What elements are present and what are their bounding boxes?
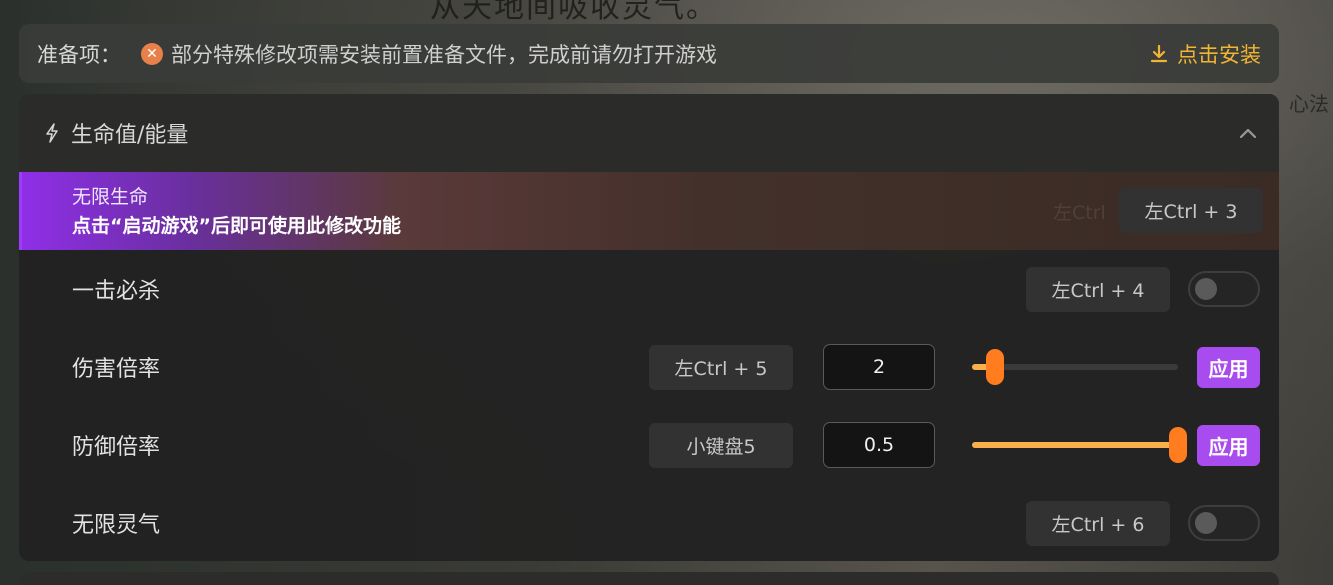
row-name: 防御倍率	[72, 435, 161, 460]
background-text-right: 心法	[1289, 92, 1329, 116]
value-input[interactable]	[823, 422, 935, 468]
download-icon	[1150, 44, 1168, 62]
value-slider[interactable]	[972, 427, 1187, 463]
row-infinite-qi: 无限灵气 左Ctrl + 6	[19, 484, 1279, 561]
row-name: 伤害倍率	[72, 357, 161, 382]
row-hint: 点击“启动游戏”后即可使用此修改功能	[72, 215, 401, 237]
row-name: 无限灵气	[72, 513, 161, 538]
hotkey-button[interactable]: 左Ctrl + 4	[1026, 266, 1170, 312]
prep-message: 部分特殊修改项需安装前置准备文件，完成前请勿打开游戏	[171, 42, 717, 67]
row-damage-multiplier: 伤害倍率 左Ctrl + 5 应用	[19, 328, 1279, 406]
hotkey-button[interactable]: 左Ctrl + 3	[1119, 188, 1263, 233]
cheat-panel: 生命值/能量 无限生命 点击“启动游戏”后即可使用此修改功能 左Ctrl 左Ct…	[19, 94, 1279, 561]
toggle-switch[interactable]	[1188, 505, 1260, 541]
section-header[interactable]: 生命值/能量	[19, 94, 1279, 172]
value-slider[interactable]	[972, 349, 1178, 385]
row-one-hit-kill: 一击必杀 左Ctrl + 4	[19, 250, 1279, 328]
row-infinite-health[interactable]: 无限生命 点击“启动游戏”后即可使用此修改功能 左Ctrl 左Ctrl + 3	[19, 172, 1279, 250]
apply-button[interactable]: 应用	[1197, 346, 1260, 388]
error-icon: ✕	[141, 42, 163, 65]
install-button[interactable]: 点击安装	[1149, 39, 1261, 69]
prep-label: 准备项：	[37, 42, 121, 67]
row-name: 一击必杀	[72, 279, 161, 304]
section-title: 生命值/能量	[71, 123, 189, 148]
next-section-header[interactable]	[19, 572, 1279, 585]
hotkey-button[interactable]: 小键盘5	[649, 422, 793, 468]
slider-thumb[interactable]	[985, 349, 1004, 385]
row-defense-multiplier: 防御倍率 小键盘5 应用	[19, 406, 1279, 484]
toggle-switch[interactable]	[1188, 271, 1260, 307]
background-text: 从天地间吸收灵气。	[430, 0, 718, 25]
hotkey-button[interactable]: 左Ctrl + 6	[1026, 500, 1170, 546]
chevron-up-icon[interactable]	[1239, 127, 1257, 139]
bolt-icon	[46, 123, 58, 143]
value-input[interactable]	[823, 344, 935, 390]
apply-button[interactable]: 应用	[1197, 424, 1260, 466]
install-label: 点击安装	[1177, 42, 1261, 67]
row-name: 无限生命	[72, 186, 149, 208]
prep-banner: 准备项： ✕ 部分特殊修改项需安装前置准备文件，完成前请勿打开游戏 点击安装	[19, 24, 1279, 83]
hotkey-button[interactable]: 左Ctrl + 5	[649, 344, 793, 390]
ghost-hotkey: 左Ctrl	[1053, 201, 1106, 224]
slider-fill	[972, 442, 1178, 448]
slider-thumb[interactable]	[1169, 427, 1187, 463]
